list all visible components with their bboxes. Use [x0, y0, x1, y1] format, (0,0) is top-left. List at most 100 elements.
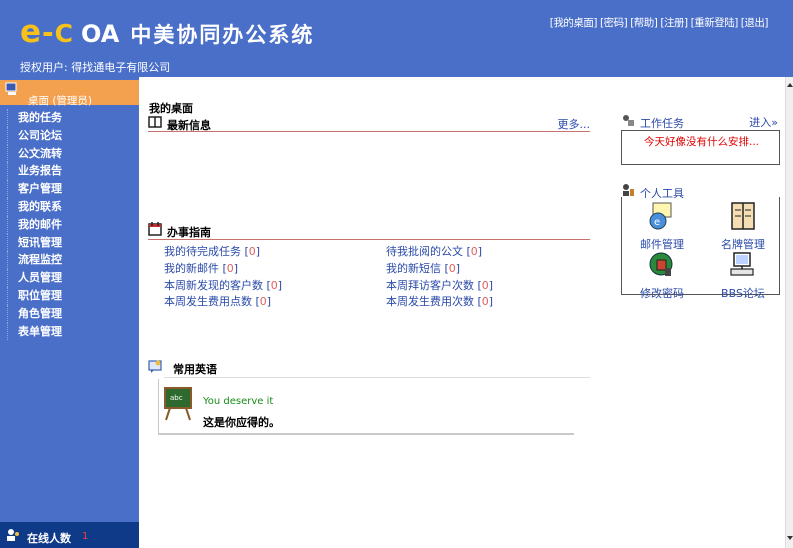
- sidebar-item-my-tasks[interactable]: 我的任务: [7, 109, 137, 127]
- sidebar-item-reports[interactable]: 业务报告: [7, 162, 137, 181]
- sidebar-item-forum[interactable]: 公司论坛: [7, 126, 137, 145]
- sidebar-item-roles[interactable]: 角色管理: [7, 304, 137, 323]
- english-card: abc You deserve it 这是你应得的。: [158, 379, 574, 435]
- online-users-bar: 在线人数 1: [0, 522, 139, 548]
- guide-expense-count[interactable]: 本周发生费用次数 [0]: [386, 293, 493, 309]
- tool-mail-management[interactable]: e 邮件管理: [632, 201, 692, 252]
- svg-text:e: e: [654, 217, 660, 228]
- guide-label: 本周发生费用点数: [164, 295, 252, 308]
- svg-text:abc: abc: [170, 394, 183, 402]
- header: e - C OA 中美协同办公系统 授权用户: 得找通电子有限公司 [我的桌面]…: [0, 0, 793, 77]
- guide-label: 我的待完成任务: [164, 245, 241, 258]
- task-section-header: 工作任务 进入»: [621, 113, 778, 130]
- guide-expense-points[interactable]: 本周发生费用点数 [0]: [164, 293, 271, 309]
- person-tools-icon: [623, 184, 634, 196]
- guide-value: 0: [270, 279, 278, 292]
- sidebar: 桌面 (管理员) 我的任务 公司论坛 公文流转 业务报告 客户管理 我的联系 我…: [0, 77, 139, 548]
- sidebar-desktop-header[interactable]: 桌面 (管理员): [0, 80, 139, 107]
- logo-c: C: [54, 19, 74, 48]
- tool-label: BBS论坛: [721, 287, 765, 300]
- tool-change-password[interactable]: 修改密码: [632, 250, 692, 301]
- news-more-link[interactable]: 更多...: [558, 116, 591, 132]
- guide-label: 本周新发现的客户数: [164, 279, 263, 292]
- guide-docs-to-review[interactable]: 待我批阅的公文 [0]: [386, 243, 482, 259]
- tool-bbs-forum[interactable]: BBS论坛: [713, 250, 773, 301]
- sidebar-item-positions[interactable]: 职位管理: [7, 286, 137, 305]
- users-icon: [7, 529, 19, 541]
- english-section-header: 常用英语: [148, 359, 590, 376]
- sidebar-head-label: 桌面 (管理员): [28, 95, 93, 107]
- link-relogin[interactable]: [重新登陆]: [691, 15, 739, 30]
- sidebar-item-sms[interactable]: 短讯管理: [7, 233, 137, 252]
- app-window: e - C OA 中美协同办公系统 授权用户: 得找通电子有限公司 [我的桌面]…: [0, 0, 793, 548]
- link-register[interactable]: [注册]: [660, 15, 688, 30]
- guide-value: 0: [470, 245, 478, 258]
- sidebar-item-customers[interactable]: 客户管理: [7, 180, 137, 198]
- sidebar-item-workflow[interactable]: 流程监控: [7, 251, 137, 270]
- guide-value: 0: [259, 295, 267, 308]
- sidebar-menu: 我的任务 公司论坛 公文流转 业务报告 客户管理 我的联系 我的邮件 短讯管理 …: [7, 109, 137, 341]
- link-password[interactable]: [密码]: [600, 15, 628, 30]
- logo: e - C OA 中美协同办公系统: [20, 14, 315, 50]
- guide-label: 我的新短信: [386, 262, 441, 275]
- scroll-up-icon[interactable]: [787, 83, 793, 87]
- main-content: 我的桌面 最新信息 更多... 办事指南 我的待完成任务 [0] 待我批阅的公文…: [139, 77, 785, 548]
- task-title: 工作任务: [640, 117, 684, 130]
- computer-icon: [730, 252, 754, 276]
- calendar-icon: [148, 222, 162, 236]
- task-empty-message: 今天好像没有什么安排...: [643, 136, 759, 148]
- link-my-desktop[interactable]: [我的桌面]: [550, 15, 598, 30]
- sidebar-item-documents[interactable]: 公文流转: [7, 144, 137, 163]
- news-divider: [148, 131, 590, 132]
- online-users-count: 1: [82, 531, 89, 542]
- tools-icon: [623, 115, 634, 126]
- guide-new-customers[interactable]: 本周新发现的客户数 [0]: [164, 277, 282, 293]
- system-title: 中美协同办公系统: [130, 22, 315, 47]
- scroll-down-icon[interactable]: [787, 536, 793, 540]
- page-title: 我的桌面: [149, 102, 193, 115]
- desktop-icon: [5, 82, 17, 95]
- sidebar-item-staff[interactable]: 人员管理: [7, 269, 137, 287]
- sidebar-item-forms[interactable]: 表单管理: [7, 322, 137, 341]
- guide-label: 本周发生费用次数: [386, 295, 474, 308]
- logo-dash: -: [42, 16, 54, 49]
- news-section-header: 最新信息 更多...: [148, 115, 591, 132]
- password-icon: [649, 252, 673, 276]
- guide-pending-tasks[interactable]: 我的待完成任务 [0]: [164, 243, 260, 259]
- english-title: 常用英语: [173, 363, 217, 376]
- tool-card-management[interactable]: 名牌管理: [713, 201, 773, 252]
- tool-label: 修改密码: [640, 287, 684, 300]
- address-book-icon: [731, 202, 755, 230]
- english-translation: 这是你应得的。: [203, 416, 280, 429]
- guide-value: 0: [481, 279, 489, 292]
- vertical-scrollbar[interactable]: [785, 77, 793, 548]
- logo-e: e: [20, 14, 42, 50]
- top-nav: [我的桌面] [密码] [帮助] [注册] [重新登陆] [退出]: [550, 15, 769, 30]
- guide-value: 0: [248, 245, 256, 258]
- book-icon: [148, 116, 162, 128]
- english-phrase: You deserve it: [203, 396, 274, 407]
- guide-customer-visits[interactable]: 本周拜访客户次数 [0]: [386, 277, 493, 293]
- guide-label: 待我批阅的公文: [386, 245, 463, 258]
- guide-title: 办事指南: [167, 226, 211, 239]
- guide-divider: [148, 239, 590, 240]
- sidebar-item-mail[interactable]: 我的邮件: [7, 215, 137, 234]
- logo-oa: OA: [81, 20, 120, 48]
- task-enter-link[interactable]: 进入»: [749, 114, 778, 130]
- guide-section-header: 办事指南: [148, 222, 590, 239]
- sidebar-item-contacts[interactable]: 我的联系: [7, 197, 137, 216]
- guide-value: 0: [226, 262, 234, 275]
- chalkboard-icon: abc: [164, 387, 192, 421]
- guide-value: 0: [481, 295, 489, 308]
- link-help[interactable]: [帮助]: [630, 15, 658, 30]
- online-users-label: 在线人数: [27, 532, 71, 545]
- link-logout[interactable]: [退出]: [741, 15, 769, 30]
- task-panel: 今天好像没有什么安排...: [621, 130, 780, 165]
- message-icon: [148, 360, 162, 373]
- guide-new-mail[interactable]: 我的新邮件 [0]: [164, 260, 238, 276]
- guide-value: 0: [448, 262, 456, 275]
- authorized-user: 授权用户: 得找通电子有限公司: [20, 61, 171, 74]
- guide-label: 本周拜访客户次数: [386, 279, 474, 292]
- guide-new-sms[interactable]: 我的新短信 [0]: [386, 260, 460, 276]
- mail-icon: e: [649, 202, 672, 230]
